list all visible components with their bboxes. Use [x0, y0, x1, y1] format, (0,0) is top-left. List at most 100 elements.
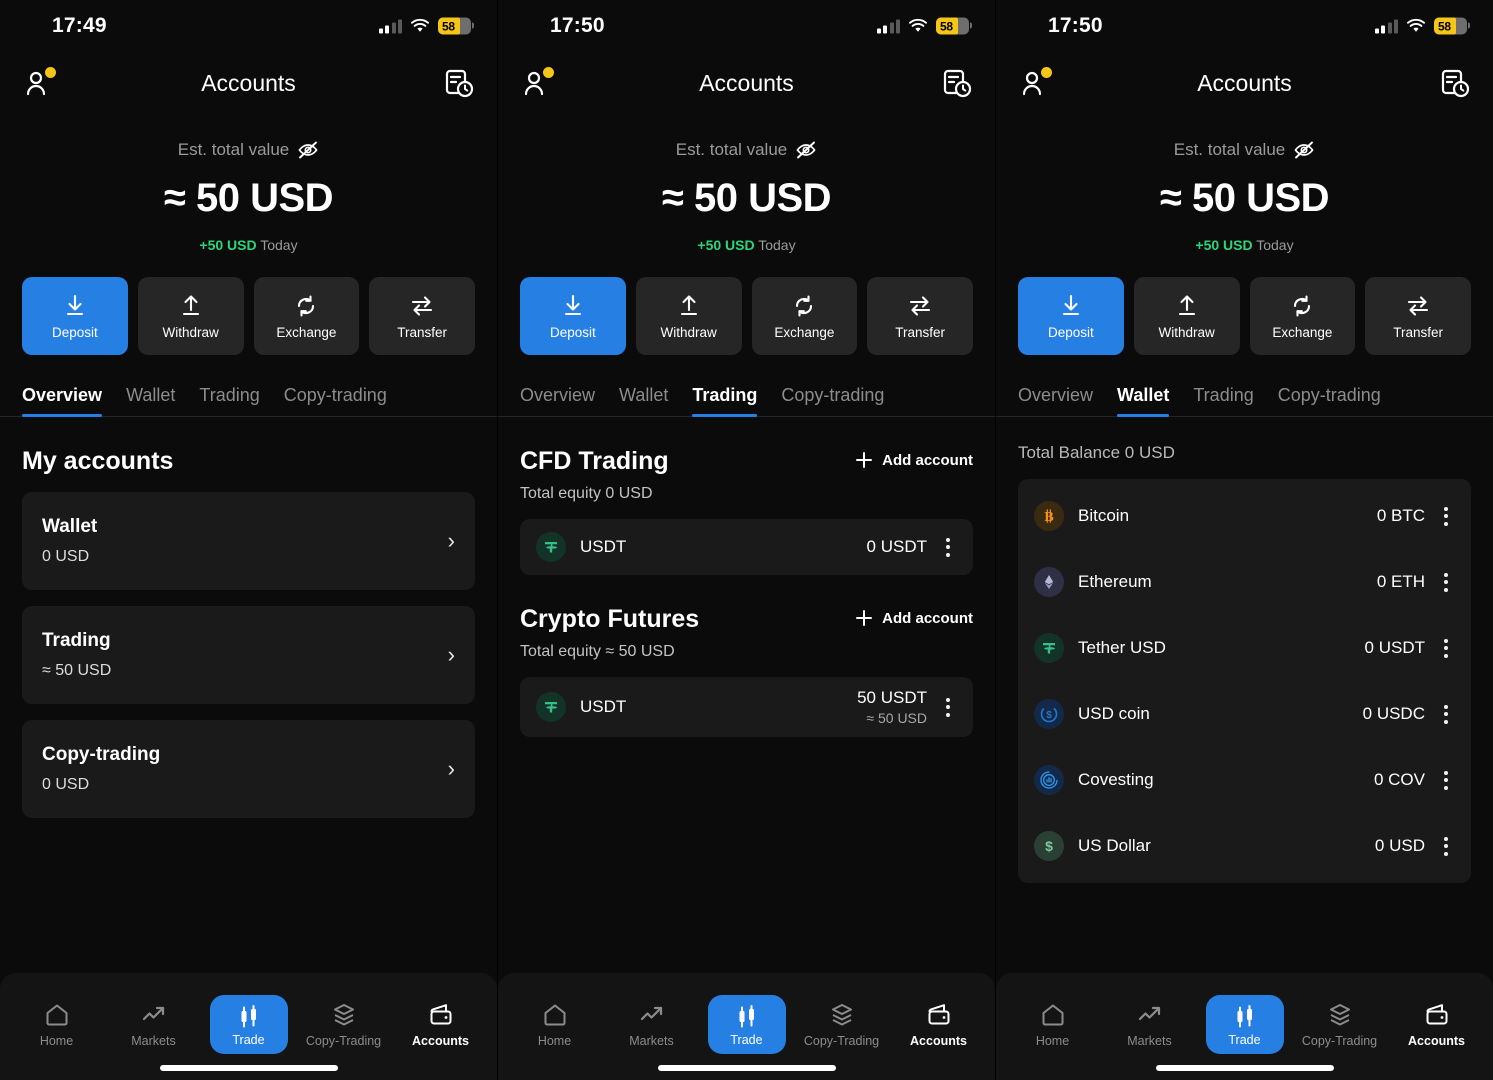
nav-markets[interactable]: Markets [113, 1001, 195, 1048]
deposit-button[interactable]: Deposit [1018, 277, 1124, 355]
dollar-icon: $ [1034, 831, 1064, 861]
deposit-button[interactable]: Deposit [22, 277, 128, 355]
add-account-label: Add account [882, 451, 973, 469]
withdraw-button[interactable]: Withdraw [1133, 277, 1240, 355]
account-card-wallet[interactable]: Wallet 0 USD › [22, 492, 475, 590]
nav-markets-label: Markets [1127, 1033, 1172, 1048]
battery-icon: 58 [936, 17, 972, 35]
asset-row-usdollar[interactable]: $ US Dollar 0 USD [1034, 813, 1457, 879]
add-account-button-futures[interactable]: Add account [855, 609, 973, 627]
kebab-menu-icon[interactable] [1435, 770, 1457, 790]
notification-dot [45, 67, 56, 78]
transfer-button[interactable]: Transfer [369, 277, 475, 355]
history-button[interactable] [1437, 66, 1471, 100]
nav-home[interactable]: Home [16, 1001, 98, 1048]
kebab-menu-icon[interactable] [937, 537, 959, 557]
notification-dot [543, 67, 554, 78]
eye-off-icon[interactable] [795, 141, 817, 159]
history-button[interactable] [939, 66, 973, 100]
nav-accounts[interactable]: Accounts [1396, 1001, 1478, 1048]
profile-button[interactable] [22, 66, 56, 100]
eye-off-icon[interactable] [1293, 141, 1315, 159]
trading-account-row[interactable]: USDT 50 USDT ≈ 50 USD [520, 677, 973, 737]
withdraw-button[interactable]: Withdraw [137, 277, 244, 355]
balance-label: Est. total value [177, 140, 290, 159]
kebab-menu-icon[interactable] [1435, 638, 1457, 658]
tab-trading[interactable]: Trading [1193, 385, 1253, 416]
balance-amount: ≈ 50 USD [163, 176, 334, 220]
row-value: 50 USDT [857, 688, 927, 707]
history-button[interactable] [441, 66, 475, 100]
account-card-copy-trading[interactable]: Copy-trading 0 USD › [22, 720, 475, 818]
withdraw-button[interactable]: Withdraw [635, 277, 742, 355]
nav-copy-trading[interactable]: Copy-Trading [303, 1001, 385, 1048]
nav-markets[interactable]: Markets [611, 1001, 693, 1048]
tab-copy-trading[interactable]: Copy-trading [781, 385, 884, 416]
kebab-menu-icon[interactable] [937, 697, 959, 717]
tab-overview[interactable]: Overview [22, 385, 103, 417]
tab-overview[interactable]: Overview [520, 385, 595, 416]
tab-wallet[interactable]: Wallet [619, 385, 668, 416]
nav-trade[interactable]: Trade [1205, 994, 1284, 1054]
asset-row-bitcoin[interactable]: B Bitcoin 0 BTC [1034, 483, 1457, 549]
quick-actions: Deposit Withdraw Exchange Transfer [0, 253, 497, 355]
balance-label-row: Est. total value [498, 140, 995, 160]
cellular-signal-icon [876, 19, 900, 34]
balance-change-row: +50 USD Today [0, 237, 497, 253]
asset-row-ethereum[interactable]: Ethereum 0 ETH [1034, 549, 1457, 615]
asset-row-usdc[interactable]: $ USD coin 0 USDC [1034, 681, 1457, 747]
kebab-menu-icon[interactable] [1435, 572, 1457, 592]
wifi-icon [410, 18, 430, 34]
eye-off-icon[interactable] [297, 141, 319, 159]
transfer-button[interactable]: Transfer [867, 277, 973, 355]
group-header-cfd: CFD Trading Add account [520, 447, 973, 476]
tab-trading[interactable]: Trading [692, 385, 758, 417]
transfer-button[interactable]: Transfer [1365, 277, 1471, 355]
account-title: Wallet [42, 516, 98, 537]
status-indicators: 58 [1374, 17, 1470, 35]
trading-account-row[interactable]: USDT 0 USDT [520, 519, 973, 575]
nav-trade[interactable]: Trade [209, 994, 288, 1054]
asset-value: 0 USDC [1362, 704, 1425, 723]
nav-markets[interactable]: Markets [1109, 1001, 1191, 1048]
tether-icon [1034, 633, 1064, 663]
nav-home[interactable]: Home [514, 1001, 596, 1048]
tab-copy-trading[interactable]: Copy-trading [284, 385, 387, 416]
tether-icon [536, 532, 566, 562]
nav-copy-trading[interactable]: Copy-Trading [801, 1001, 883, 1048]
kebab-menu-icon[interactable] [1435, 836, 1457, 856]
asset-value: 0 USDT [1364, 638, 1425, 657]
tab-wallet[interactable]: Wallet [1117, 385, 1170, 417]
asset-row-tether[interactable]: Tether USD 0 USDT [1034, 615, 1457, 681]
asset-name: Tether USD [1078, 638, 1166, 657]
kebab-menu-icon[interactable] [1435, 506, 1457, 526]
account-value: 0 USD [42, 548, 90, 565]
kebab-menu-icon[interactable] [1435, 704, 1457, 724]
exchange-button[interactable]: Exchange [751, 277, 858, 355]
nav-trade[interactable]: Trade [707, 994, 786, 1054]
profile-button[interactable] [520, 66, 554, 100]
tab-copy-trading[interactable]: Copy-trading [1278, 385, 1381, 416]
page-title: Accounts [1197, 69, 1292, 96]
tab-wallet[interactable]: Wallet [126, 385, 175, 416]
exchange-button[interactable]: Exchange [1249, 277, 1356, 355]
deposit-label: Deposit [1047, 324, 1094, 340]
nav-accounts[interactable]: Accounts [898, 1001, 980, 1048]
account-card-trading[interactable]: Trading ≈ 50 USD › [22, 606, 475, 704]
profile-button[interactable] [1018, 66, 1052, 100]
nav-accounts[interactable]: Accounts [400, 1001, 482, 1048]
tab-trading[interactable]: Trading [199, 385, 259, 416]
chevron-right-icon: › [447, 756, 455, 781]
row-value-sub: ≈ 50 USD [866, 710, 927, 726]
deposit-button[interactable]: Deposit [520, 277, 626, 355]
screen-wallet: 17:50 58 Accounts Est. total value ≈ 50 … [996, 0, 1493, 1080]
asset-name: USD coin [1078, 704, 1150, 723]
tab-overview[interactable]: Overview [1018, 385, 1093, 416]
nav-home[interactable]: Home [1012, 1001, 1094, 1048]
exchange-button[interactable]: Exchange [253, 277, 360, 355]
nav-copy-trading[interactable]: Copy-Trading [1299, 1001, 1381, 1048]
add-account-button-cfd[interactable]: Add account [855, 451, 973, 469]
battery-icon: 58 [438, 17, 474, 35]
exchange-label: Exchange [1272, 324, 1333, 340]
asset-row-covesting[interactable]: Covesting 0 COV [1034, 747, 1457, 813]
